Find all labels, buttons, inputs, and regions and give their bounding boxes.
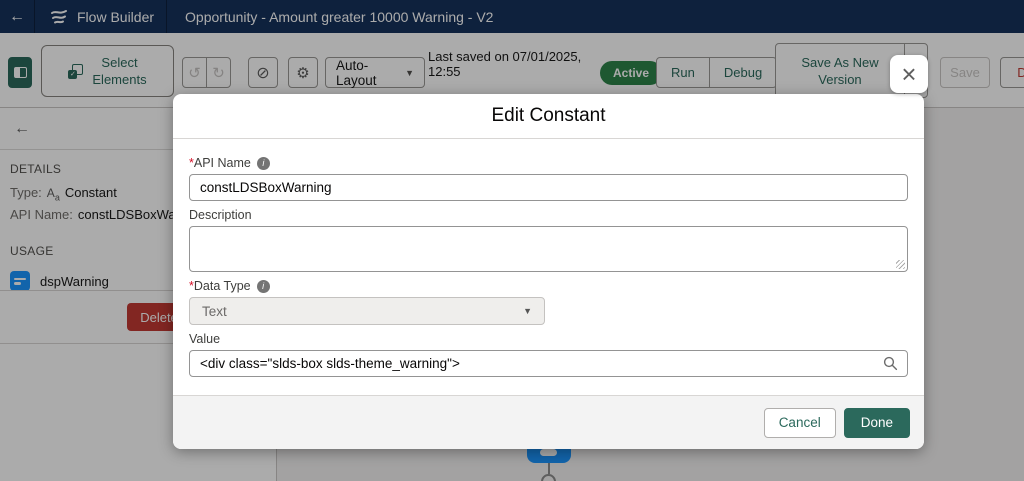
modal-footer: Cancel Done [173,395,924,449]
done-button[interactable]: Done [844,408,910,438]
edit-constant-modal: Edit Constant *API Name Description *Dat… [173,94,924,449]
data-type-select-disabled[interactable]: Text ▼ [189,297,545,325]
data-type-field-label: *Data Type [189,279,908,293]
info-icon[interactable] [257,157,270,170]
cancel-button[interactable]: Cancel [764,408,836,438]
chevron-down-icon: ▼ [523,306,532,316]
description-textarea[interactable] [189,226,908,272]
modal-close-button[interactable]: × [890,55,928,93]
api-name-field-label: *API Name [189,156,908,170]
flow-builder-screen: ← Flow Builder Opportunity - Amount grea… [0,0,1024,481]
value-input[interactable] [189,350,908,377]
search-icon [883,356,898,371]
api-name-input[interactable] [189,174,908,201]
close-icon: × [901,59,916,89]
modal-title: Edit Constant [173,94,924,139]
data-type-selected-value: Text [202,304,227,319]
description-field-label: Description [189,208,908,222]
modal-body: *API Name Description *Data Type Text ▼ … [173,139,924,377]
value-field-label: Value [189,332,908,346]
info-icon[interactable] [257,280,270,293]
